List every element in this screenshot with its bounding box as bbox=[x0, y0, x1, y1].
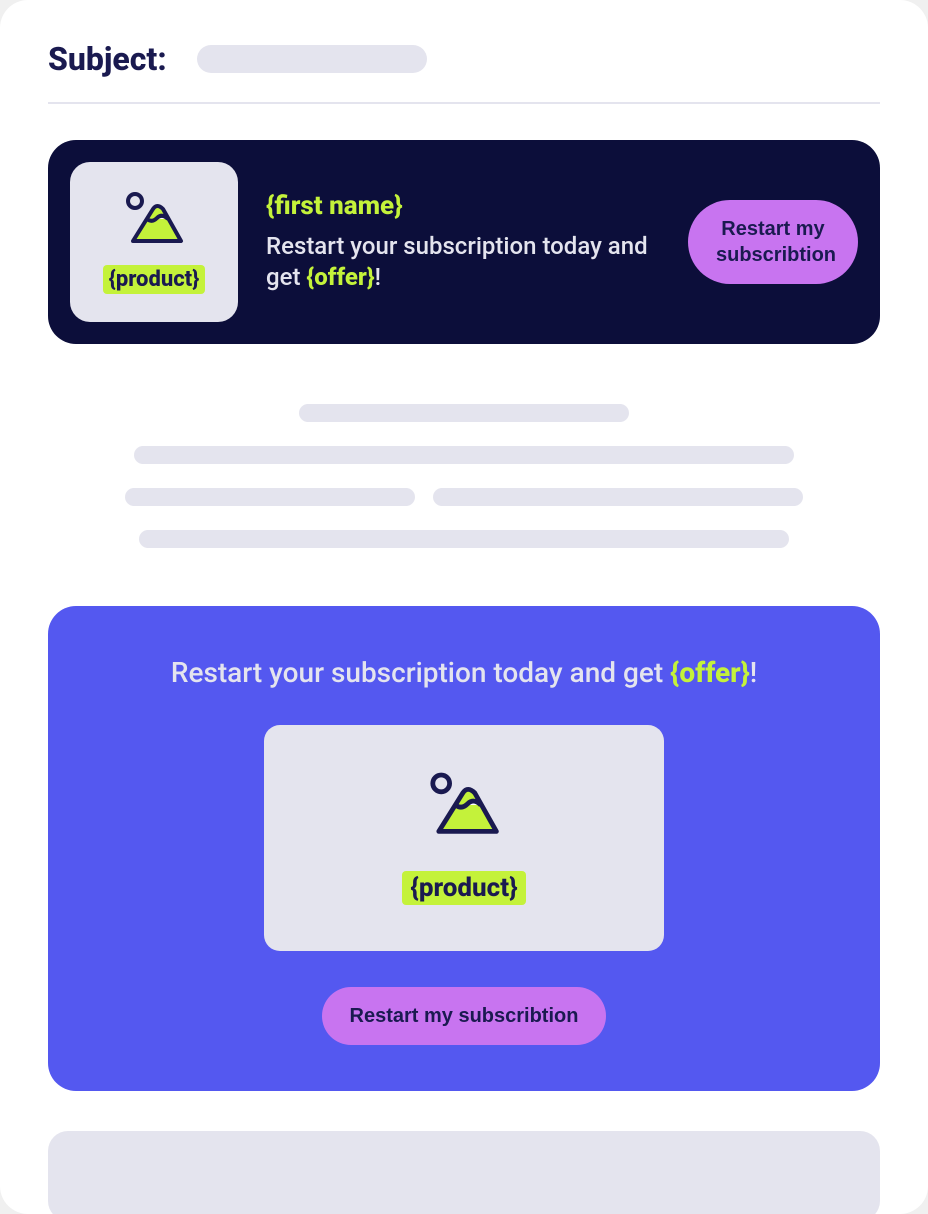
hero-body-after: ! bbox=[375, 263, 381, 291]
mountain-image-icon bbox=[119, 191, 189, 247]
skeleton-line bbox=[299, 404, 629, 422]
offer-variable: {offer} bbox=[306, 263, 374, 291]
restart-subscription-button[interactable]: Restart my subscribtion bbox=[322, 987, 607, 1045]
product-image-box-large: {product} bbox=[264, 725, 664, 951]
product-variable-tag: {product} bbox=[103, 265, 206, 294]
mountain-image-icon bbox=[422, 771, 506, 839]
product-image-box: {product} bbox=[70, 162, 238, 322]
subject-row: Subject: bbox=[48, 40, 880, 104]
skeleton-line bbox=[433, 488, 803, 506]
first-name-variable: {first name} bbox=[266, 191, 660, 221]
offer-variable: {offer} bbox=[670, 656, 750, 689]
subject-input-placeholder[interactable] bbox=[197, 45, 427, 73]
hero-body-text: Restart your subscription today and get … bbox=[266, 231, 660, 293]
body-text-placeholder bbox=[48, 404, 880, 548]
restart-subscription-button[interactable]: Restart my subscribtion bbox=[688, 200, 858, 284]
hero-banner: {product} {first name} Restart your subs… bbox=[48, 140, 880, 344]
skeleton-line bbox=[125, 488, 415, 506]
skeleton-line bbox=[134, 446, 794, 464]
cta-headline-after: ! bbox=[750, 656, 757, 689]
subject-label: Subject: bbox=[48, 40, 167, 78]
cta-panel: Restart your subscription today and get … bbox=[48, 606, 880, 1091]
cta-headline: Restart your subscription today and get … bbox=[171, 656, 757, 689]
footer-placeholder bbox=[48, 1131, 880, 1214]
email-preview-card: Subject: {product} {first name} Restart … bbox=[0, 0, 928, 1214]
cta-headline-before: Restart your subscription today and get bbox=[171, 656, 670, 689]
product-variable-tag: {product} bbox=[402, 871, 525, 905]
skeleton-line bbox=[139, 530, 789, 548]
hero-text-block: {first name} Restart your subscription t… bbox=[266, 191, 660, 293]
skeleton-row bbox=[125, 488, 803, 506]
